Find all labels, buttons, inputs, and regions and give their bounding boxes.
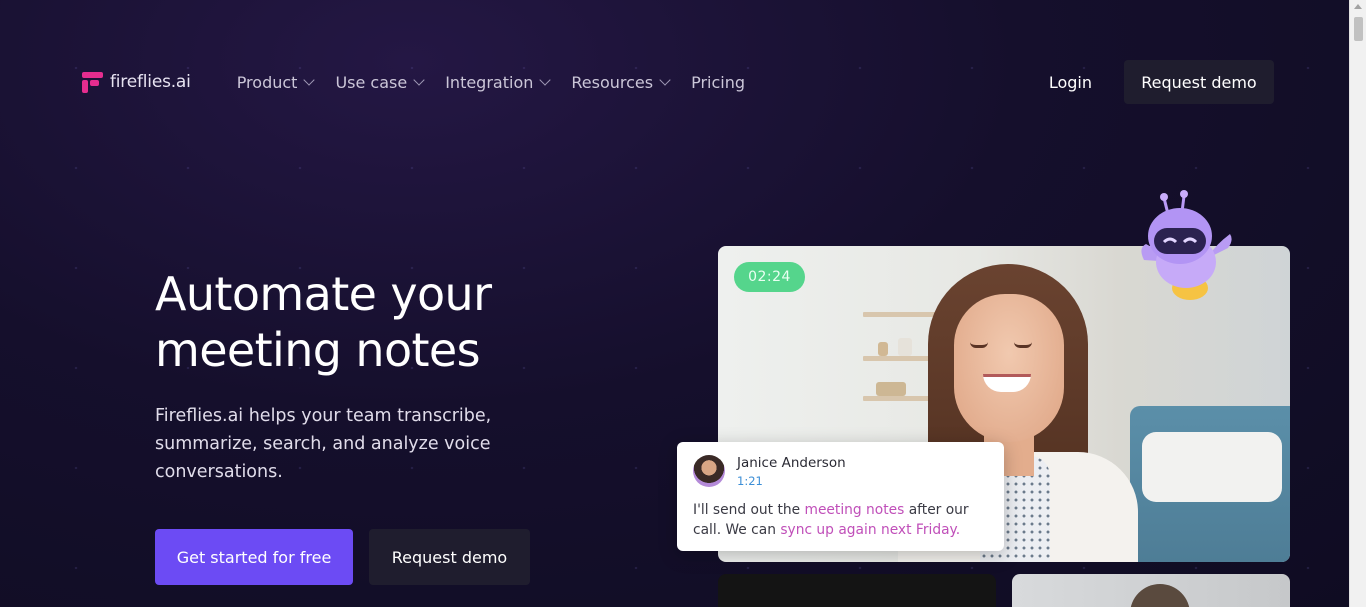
robot-mascot-icon [1141, 190, 1232, 300]
video-thumbnail[interactable] [1012, 574, 1290, 607]
highlight-sync-up: sync up again next Friday. [780, 522, 961, 538]
hero-request-demo-button[interactable]: Request demo [369, 529, 530, 585]
hero-headline: Automate your meeting notes [155, 266, 492, 378]
fireflies-logo-icon [82, 71, 103, 93]
menu-resources[interactable]: Resources [571, 72, 671, 92]
speaker-name: Janice Anderson [737, 455, 846, 471]
transcript-timestamp[interactable]: 1:21 [737, 474, 763, 488]
nav-actions: Login Request demo [1049, 60, 1274, 104]
login-link[interactable]: Login [1049, 73, 1092, 92]
main-menu: Product Use case Integration Resources P… [237, 73, 767, 92]
hero-subtitle: Fireflies.ai helps your team transcribe,… [155, 406, 492, 482]
logo-text: fireflies.ai [110, 72, 191, 92]
headline-line-1: Automate your [155, 267, 492, 321]
menu-label: Pricing [691, 72, 746, 92]
video-thumbnail[interactable] [718, 574, 996, 607]
pillow [1142, 432, 1282, 502]
menu-label: Product [236, 72, 298, 92]
menu-integration[interactable]: Integration [445, 72, 552, 92]
chevron-down-icon [539, 73, 552, 86]
chevron-down-icon [303, 73, 316, 86]
scroll-up-arrow-icon[interactable] [1354, 4, 1362, 9]
logo[interactable]: fireflies.ai [82, 71, 191, 93]
chevron-down-icon [659, 73, 671, 86]
nav-request-demo-button[interactable]: Request demo [1124, 60, 1274, 104]
menu-product[interactable]: Product [236, 72, 316, 92]
call-timer-badge: 02:24 [734, 262, 805, 292]
chevron-down-icon [413, 73, 425, 86]
top-navigation: fireflies.ai Product Use case Integratio… [82, 60, 1274, 104]
person-face [954, 294, 1064, 442]
transcript-card: Janice Anderson 1:21 I'll send out the m… [677, 442, 1004, 551]
transcript-segment: I'll send out the [693, 502, 805, 518]
menu-label: Use case [335, 72, 408, 92]
menu-pricing[interactable]: Pricing [691, 73, 745, 92]
headline-line-2: meeting notes [155, 323, 481, 377]
transcript-text: I'll send out the meeting notes after ou… [693, 500, 993, 540]
scroll-thumb[interactable] [1354, 17, 1363, 41]
scrollbar[interactable] [1349, 0, 1366, 607]
menu-label: Integration [445, 72, 534, 92]
avatar [693, 455, 725, 487]
menu-use-case[interactable]: Use case [335, 72, 425, 92]
get-started-button[interactable]: Get started for free [155, 529, 353, 585]
menu-label: Resources [571, 72, 654, 92]
highlight-meeting-notes: meeting notes [804, 502, 905, 518]
